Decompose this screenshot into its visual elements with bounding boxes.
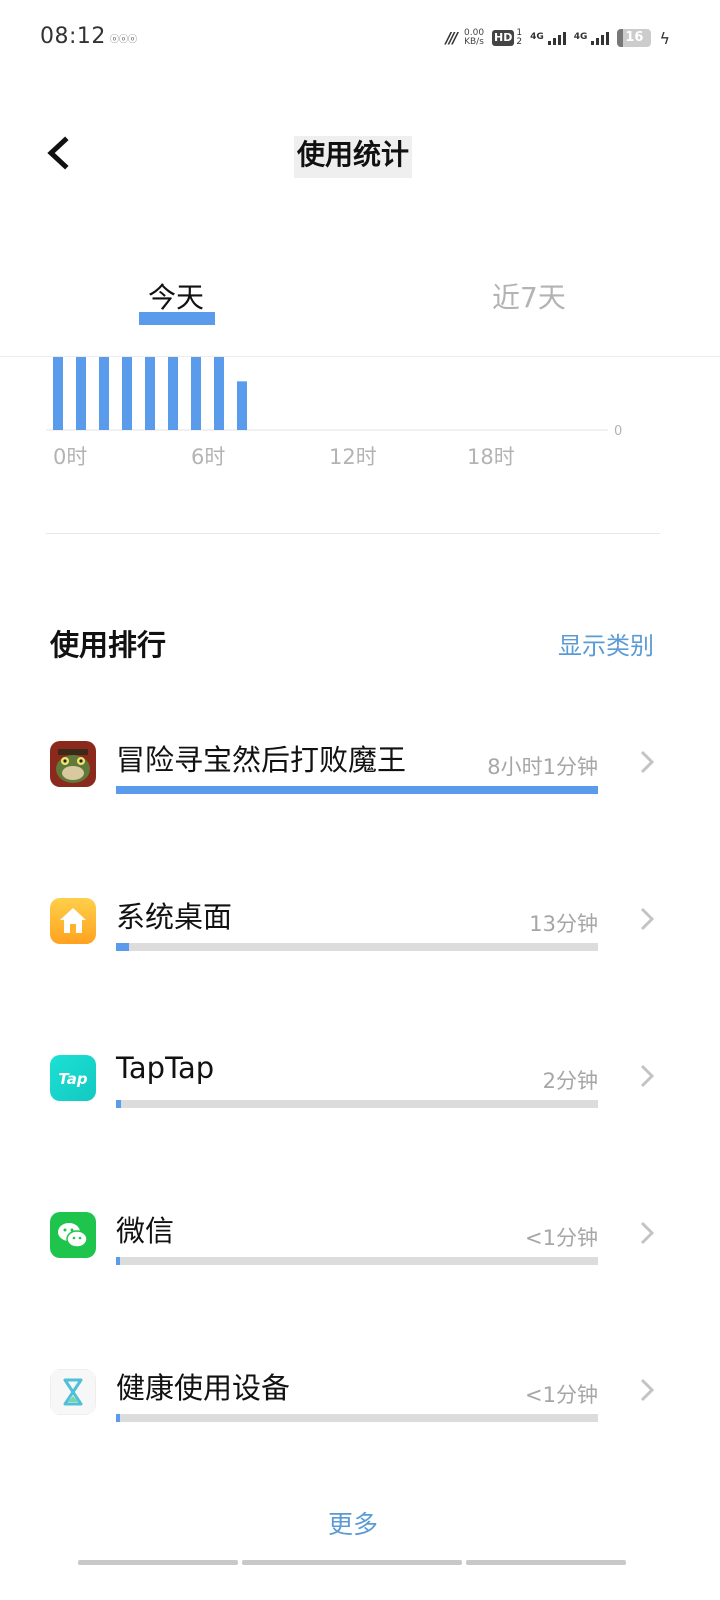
notification-icon: ⓞⓞⓞ: [110, 35, 138, 45]
chevron-right-icon: [640, 1378, 655, 1402]
chevron-right-icon: [640, 750, 655, 774]
usage-progress-bar: [116, 943, 598, 951]
ranking-row[interactable]: 冒险寻宝然后打败魔王 8小时1分钟: [0, 741, 720, 861]
chevron-right-icon: [640, 907, 655, 931]
usage-progress-bar: [116, 1414, 598, 1422]
app-name: 冒险寻宝然后打败魔王: [116, 743, 407, 777]
app-usage-time: 8小时1分钟: [487, 755, 598, 779]
tab-indicator: [139, 312, 215, 325]
chart-x-tick-label: 12时: [329, 445, 377, 469]
chart-bar: [237, 381, 247, 430]
hd-sub: 12: [516, 28, 523, 47]
tab-today[interactable]: 今天: [148, 276, 204, 316]
network-type-1: 4G: [530, 31, 544, 42]
page-title: 使用统计: [294, 136, 412, 178]
battery-icon: 16: [617, 29, 652, 47]
wechat-icon: [50, 1212, 96, 1258]
chart-bar: [99, 357, 109, 430]
status-icons: /// 0.00 KB/s HD 12 4G 4G 16 ϟ: [446, 26, 670, 50]
chevron-right-icon: [640, 1064, 655, 1088]
usage-progress-bar: [116, 1100, 598, 1108]
usage-progress-bar: [116, 786, 598, 794]
usage-chart-svg: 0时 6时 12时 18时 0: [46, 357, 622, 469]
game-crocodile-icon: [50, 741, 96, 787]
usage-progress-bar: [116, 1257, 598, 1265]
hourglass-icon: [50, 1369, 96, 1415]
chart-x-tick-label: 0时: [53, 445, 87, 469]
ranking-row[interactable]: Tap TapTap 2分钟: [0, 1051, 720, 1175]
ranking-row[interactable]: 系统桌面 13分钟: [0, 898, 720, 1018]
chart-bar: [168, 357, 178, 430]
signal-icon-1: 4G: [530, 31, 566, 45]
status-bar: 08:12 ⓞⓞⓞ /// 0.00 KB/s HD 12 4G 4G 16 ϟ: [0, 0, 720, 76]
usage-progress-fill: [116, 1414, 120, 1422]
chevron-left-icon: [47, 136, 69, 170]
chart-bar: [214, 357, 224, 430]
signal-icon-2: 4G: [573, 31, 610, 45]
svg-text:Tap: Tap: [58, 1070, 88, 1088]
speed-unit: KB/s: [464, 37, 484, 47]
chart-bar: [191, 357, 201, 430]
bottom-indicator: [0, 1560, 720, 1565]
hd-icon: HD: [492, 30, 515, 46]
tab-last-7-days[interactable]: 近7天: [492, 276, 566, 316]
taptap-icon: Tap: [50, 1055, 96, 1101]
carrier-icon: ///: [445, 29, 459, 47]
charging-icon: ϟ: [659, 28, 670, 48]
chart-x-tick-label: 18时: [467, 445, 515, 469]
chart-x-tick-label: 6时: [191, 445, 225, 469]
app-usage-time: <1分钟: [525, 1226, 598, 1250]
ranking-row[interactable]: 微信 <1分钟: [0, 1212, 720, 1332]
app-usage-time: <1分钟: [525, 1383, 598, 1407]
chart-y-axis-label: 0: [614, 424, 622, 439]
section-divider: [46, 533, 660, 534]
more-button[interactable]: 更多: [0, 1505, 706, 1541]
ranking-title: 使用排行: [50, 628, 167, 662]
app-name: 健康使用设备: [116, 1371, 291, 1405]
app-name: TapTap: [116, 1051, 215, 1085]
ranking-row[interactable]: 健康使用设备 <1分钟: [0, 1369, 720, 1489]
show-category-button[interactable]: 显示类别: [558, 626, 654, 661]
usage-progress-fill: [116, 1257, 120, 1265]
app-name: 系统桌面: [116, 900, 233, 934]
usage-progress-fill: [116, 1100, 121, 1108]
chevron-right-icon: [640, 1221, 655, 1245]
network-speed: 0.00 KB/s: [464, 29, 484, 47]
home-icon: [50, 898, 96, 944]
battery-level: 16: [625, 30, 644, 45]
chart-bar: [76, 357, 86, 430]
app-usage-time: 2分钟: [542, 1069, 598, 1093]
chart-bar: [122, 357, 132, 430]
status-time: 08:12: [40, 24, 106, 49]
chart-bar: [145, 357, 155, 430]
usage-progress-fill: [116, 943, 129, 951]
app-usage-time: 13分钟: [529, 912, 598, 936]
back-button[interactable]: [38, 128, 82, 178]
app-name: 微信: [116, 1214, 175, 1248]
usage-progress-fill: [116, 786, 598, 794]
usage-chart: 0时 6时 12时 18时 0: [0, 357, 720, 487]
network-type-2: 4G: [573, 31, 588, 42]
chart-bar: [53, 357, 63, 430]
